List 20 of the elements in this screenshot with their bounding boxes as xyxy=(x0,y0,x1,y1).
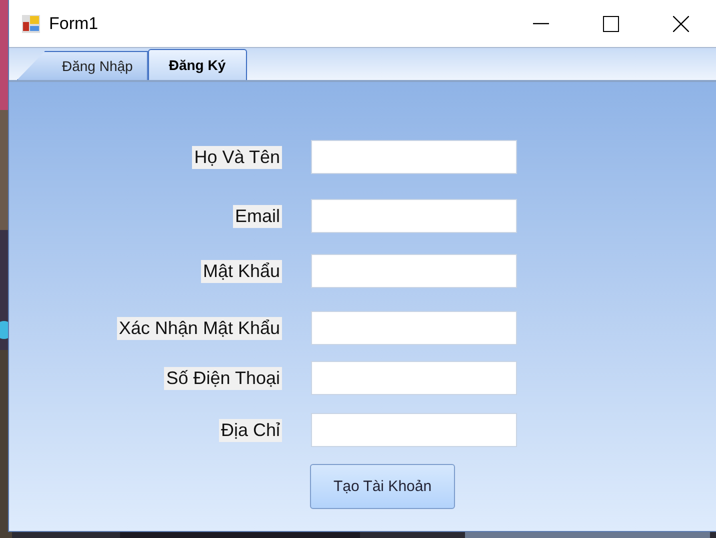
field-label: Xác Nhận Mật Khẩu xyxy=(116,316,282,340)
field-label: Email xyxy=(232,204,282,228)
maximize-icon[interactable] xyxy=(603,16,619,32)
minimize-icon[interactable] xyxy=(533,22,549,24)
input-field[interactable] xyxy=(311,311,517,345)
field-label: Mật Khẩu xyxy=(200,260,282,282)
create-account-button[interactable]: Tạo Tài Khoản xyxy=(310,464,455,509)
input-field[interactable] xyxy=(311,140,517,174)
input-field[interactable] xyxy=(311,361,517,395)
input-field[interactable] xyxy=(311,199,517,233)
input-field[interactable] xyxy=(311,254,517,288)
window-title: Form1 xyxy=(49,14,100,34)
app-icon xyxy=(21,14,41,34)
input-field[interactable] xyxy=(311,413,517,447)
field-label: Họ Và Tên xyxy=(192,146,282,168)
field-label: Số Điện Thoại xyxy=(164,366,282,390)
tab[interactable]: Đăng Nhập xyxy=(17,51,148,80)
tab[interactable]: Đăng Ký xyxy=(148,49,247,80)
close-icon[interactable] xyxy=(673,16,689,32)
field-label: Địa Chỉ xyxy=(218,418,282,442)
